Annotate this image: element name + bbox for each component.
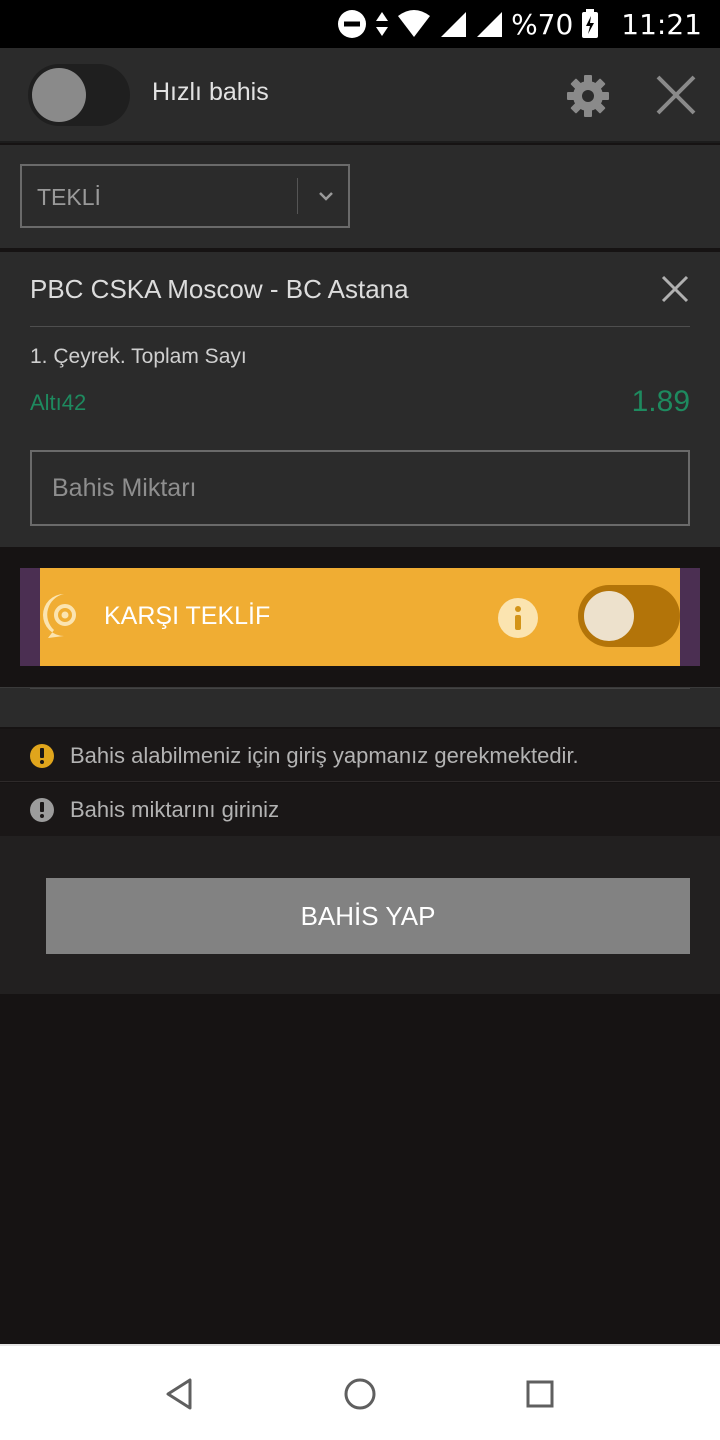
divider <box>30 688 690 689</box>
section-spacer <box>0 687 720 727</box>
info-icon[interactable] <box>498 598 538 638</box>
odds-value: 1.89 <box>631 385 690 418</box>
exclamation-icon <box>30 744 54 768</box>
event-title: PBC CSKA Moscow - BC Astana <box>30 274 409 304</box>
place-bet-button[interactable]: BAHİS YAP <box>46 878 690 954</box>
counter-offer-section: KARŞI TEKLİF <box>0 547 720 687</box>
bet-card: PBC CSKA Moscow - BC Astana 1. Çeyrek. T… <box>0 252 720 547</box>
warning-text: Bahis miktarını giriniz <box>70 797 280 822</box>
info-bar <box>515 615 521 630</box>
bet-type-select[interactable]: TEKLİ <box>20 164 350 228</box>
home-circle-icon[interactable] <box>342 1376 378 1412</box>
counter-offer-label: KARŞI TEKLİF <box>104 602 271 630</box>
quick-bet-label: Hızlı bahis <box>152 78 269 106</box>
warning-message: Bahis miktarını giriniz <box>0 783 720 836</box>
remove-bet-close-icon[interactable] <box>660 274 690 304</box>
recents-square-icon[interactable] <box>522 1376 558 1412</box>
exclamation-bar <box>40 748 44 758</box>
settings-gear-icon[interactable] <box>566 74 610 118</box>
stake-input[interactable] <box>30 450 690 526</box>
card-divider <box>30 326 690 327</box>
quick-bet-toggle[interactable] <box>28 64 130 126</box>
warning-text: Bahis alabilmeniz için giriş yapmanız ge… <box>70 743 579 768</box>
exclamation-dot <box>40 760 44 764</box>
bet-type-value: TEKLİ <box>37 184 101 210</box>
empty-area <box>0 994 720 1344</box>
info-dot <box>515 606 521 612</box>
toggle-knob <box>32 68 86 122</box>
clock: 11:21 <box>621 7 702 41</box>
bet-type-row: TEKLİ <box>0 145 720 248</box>
market-name: 1. Çeyrek. Toplam Sayı <box>30 345 247 368</box>
submit-area: BAHİS YAP <box>0 836 720 994</box>
android-nav-bar <box>0 1344 720 1440</box>
back-triangle-icon[interactable] <box>162 1376 198 1412</box>
do-not-disturb-icon <box>338 10 367 38</box>
signal-icon <box>477 12 503 37</box>
battery-percent: %70 <box>511 7 574 41</box>
banner-edge-left <box>20 568 40 666</box>
toggle-knob <box>581 588 637 644</box>
warning-message: Bahis alabilmeniz için giriş yapmanız ge… <box>0 729 720 782</box>
close-icon[interactable] <box>654 73 698 117</box>
exclamation-dot <box>40 814 44 818</box>
status-bar: %70 11:21 <box>0 0 720 48</box>
counter-offer-logo-icon <box>43 594 79 638</box>
data-arrows-icon <box>376 12 389 36</box>
counter-offer-toggle[interactable] <box>578 585 680 647</box>
counter-offer-banner: KARŞI TEKLİF <box>20 568 700 666</box>
status-icons: %70 11:21 <box>337 0 702 48</box>
exclamation-icon <box>30 798 54 822</box>
exclamation-bar <box>40 802 44 812</box>
signal-icon <box>441 12 467 37</box>
banner-edge-right <box>680 568 700 666</box>
battery-charging-icon <box>582 9 599 38</box>
select-divider <box>297 178 298 214</box>
betslip-header: Hızlı bahis <box>0 48 720 143</box>
chevron-down-icon <box>319 192 333 201</box>
selection-name: Altı42 <box>30 390 87 415</box>
wifi-icon <box>398 10 431 37</box>
